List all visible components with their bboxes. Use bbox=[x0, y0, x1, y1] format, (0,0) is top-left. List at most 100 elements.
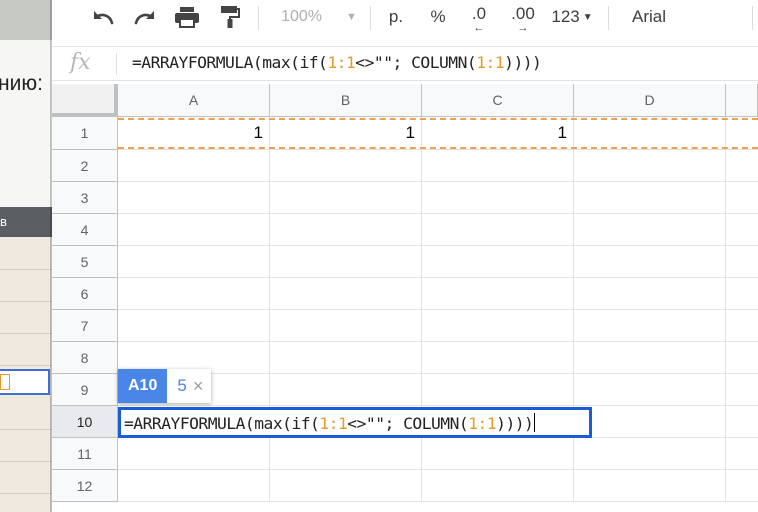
cell-d10[interactable] bbox=[574, 406, 726, 438]
decrease-decimal-label: .0 bbox=[471, 4, 487, 23]
cell-d5[interactable] bbox=[574, 246, 726, 278]
toolbar-separator bbox=[370, 6, 371, 30]
paint-format-button[interactable] bbox=[214, 0, 246, 34]
cell-c9[interactable] bbox=[422, 374, 574, 406]
cell-a7[interactable] bbox=[118, 310, 270, 342]
cell-d8[interactable] bbox=[574, 342, 726, 374]
close-icon[interactable]: × bbox=[191, 376, 212, 397]
cell-a4[interactable] bbox=[118, 214, 270, 246]
cell-c11[interactable] bbox=[422, 438, 574, 470]
row-header-8[interactable]: 8 bbox=[52, 342, 118, 374]
column-header-e[interactable] bbox=[726, 84, 758, 117]
column-header-a[interactable]: A bbox=[118, 84, 270, 117]
cell-b9[interactable] bbox=[270, 374, 422, 406]
row-header-5[interactable]: 5 bbox=[52, 246, 118, 278]
cell-b3[interactable] bbox=[270, 182, 422, 214]
formula-part: )))) bbox=[496, 414, 534, 433]
cell-c6[interactable] bbox=[422, 278, 574, 310]
cell-c3[interactable] bbox=[422, 182, 574, 214]
decrease-decimal-button[interactable]: .0 ← bbox=[462, 0, 496, 38]
cell-d1[interactable] bbox=[574, 117, 726, 150]
cell-e10[interactable] bbox=[726, 406, 758, 438]
cell-e4[interactable] bbox=[726, 214, 758, 246]
cell-c12[interactable] bbox=[422, 470, 574, 502]
row-header-6[interactable]: 6 bbox=[52, 278, 118, 310]
row-header-2[interactable]: 2 bbox=[52, 150, 118, 182]
cell-b11[interactable] bbox=[270, 438, 422, 470]
cell-d12[interactable] bbox=[574, 470, 726, 502]
undo-button[interactable] bbox=[86, 0, 120, 34]
background-line bbox=[0, 301, 52, 302]
cell-e7[interactable] bbox=[726, 310, 758, 342]
increase-decimal-button[interactable]: .00 → bbox=[506, 0, 540, 38]
number-format-select[interactable]: 123 ▼ bbox=[546, 0, 598, 34]
cell-d11[interactable] bbox=[574, 438, 726, 470]
cell-c4[interactable] bbox=[422, 214, 574, 246]
row-header-3[interactable]: 3 bbox=[52, 182, 118, 214]
toolbar-separator bbox=[608, 6, 609, 30]
row-header-4[interactable]: 4 bbox=[52, 214, 118, 246]
cell-e3[interactable] bbox=[726, 182, 758, 214]
formula-range: 1:1 bbox=[327, 53, 356, 72]
cell-a1[interactable]: 1 bbox=[118, 117, 270, 150]
cell-b6[interactable] bbox=[270, 278, 422, 310]
cell-e12[interactable] bbox=[726, 470, 758, 502]
cell-d9[interactable] bbox=[574, 374, 726, 406]
row-header-7[interactable]: 7 bbox=[52, 310, 118, 342]
cell-e2[interactable] bbox=[726, 150, 758, 182]
arrow-left-icon: ← bbox=[473, 22, 485, 34]
cell-d4[interactable] bbox=[574, 214, 726, 246]
cell-a11[interactable] bbox=[118, 438, 270, 470]
cell-c2[interactable] bbox=[422, 150, 574, 182]
row-header-1[interactable]: 1 bbox=[52, 117, 118, 150]
cell-e11[interactable] bbox=[726, 438, 758, 470]
font-select[interactable]: Arial bbox=[622, 0, 722, 34]
fx-icon: fx bbox=[70, 50, 91, 75]
cell-c1[interactable]: 1 bbox=[422, 117, 574, 150]
formula-input[interactable]: =ARRAYFORMULA(max(if(1:1<>""; COLUMN(1:1… bbox=[132, 53, 542, 72]
column-header-c[interactable]: C bbox=[422, 84, 574, 117]
formula-bar-separator bbox=[116, 53, 117, 75]
row-header-10[interactable]: 10 bbox=[52, 406, 118, 438]
formula-range: 1:1 bbox=[468, 414, 497, 433]
cell-b1[interactable]: 1 bbox=[270, 117, 422, 150]
cell-b5[interactable] bbox=[270, 246, 422, 278]
cell-b7[interactable] bbox=[270, 310, 422, 342]
cell-c5[interactable] bbox=[422, 246, 574, 278]
row-header-12[interactable]: 12 bbox=[52, 470, 118, 502]
cell-e6[interactable] bbox=[726, 278, 758, 310]
cell-d7[interactable] bbox=[574, 310, 726, 342]
cell-c7[interactable] bbox=[422, 310, 574, 342]
cell-d3[interactable] bbox=[574, 182, 726, 214]
percent-format-button[interactable]: % bbox=[424, 0, 452, 34]
cell-e8[interactable] bbox=[726, 342, 758, 374]
cell-a3[interactable] bbox=[118, 182, 270, 214]
currency-format-button[interactable]: р. bbox=[382, 0, 410, 34]
cell-e9[interactable] bbox=[726, 374, 758, 406]
zoom-select[interactable]: 100% ▼ bbox=[276, 0, 362, 34]
cell-e5[interactable] bbox=[726, 246, 758, 278]
cell-b12[interactable] bbox=[270, 470, 422, 502]
cell-e1[interactable] bbox=[726, 117, 758, 150]
cell-d6[interactable] bbox=[574, 278, 726, 310]
cell-editor-a10[interactable]: =ARRAYFORMULA(max(if(1:1<>""; COLUMN(1:1… bbox=[118, 407, 592, 438]
print-button[interactable] bbox=[170, 0, 204, 34]
cell-a6[interactable] bbox=[118, 278, 270, 310]
cell-b4[interactable] bbox=[270, 214, 422, 246]
cell-a2[interactable] bbox=[118, 150, 270, 182]
cell-d2[interactable] bbox=[574, 150, 726, 182]
row-header-9[interactable]: 9 bbox=[52, 374, 118, 406]
cell-c8[interactable] bbox=[422, 342, 574, 374]
cell-a5[interactable] bbox=[118, 246, 270, 278]
background-window: нию: в bbox=[0, 0, 52, 512]
background-line bbox=[0, 269, 52, 270]
cell-a12[interactable] bbox=[118, 470, 270, 502]
redo-button[interactable] bbox=[128, 0, 162, 34]
cell-b8[interactable] bbox=[270, 342, 422, 374]
cell-b2[interactable] bbox=[270, 150, 422, 182]
column-header-d[interactable]: D bbox=[574, 84, 726, 117]
select-all-corner[interactable] bbox=[52, 84, 118, 117]
percent-label: % bbox=[430, 7, 446, 26]
column-header-b[interactable]: B bbox=[270, 84, 422, 117]
row-header-11[interactable]: 11 bbox=[52, 438, 118, 470]
